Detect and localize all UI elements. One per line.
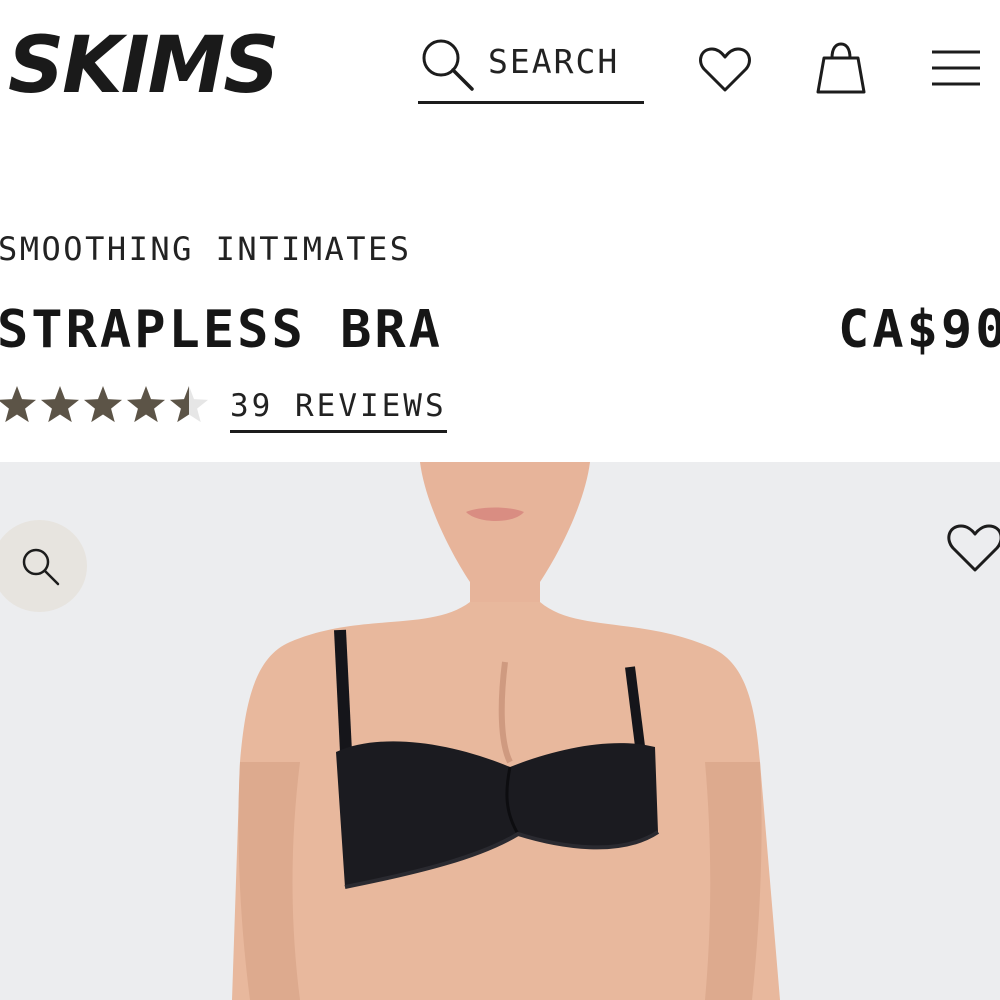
magnifier-icon (22, 548, 60, 586)
search-label: SEARCH (488, 42, 620, 81)
star-icon (126, 386, 166, 423)
heart-icon (699, 47, 751, 92)
product-category: SMOOTHING INTIMATES (0, 230, 412, 268)
menu-button[interactable] (930, 48, 982, 88)
star-icon (83, 386, 123, 423)
logo-text: SKIMS (8, 26, 277, 106)
star-icon (169, 386, 209, 423)
product-price: CA$90 (838, 300, 1000, 360)
image-wishlist-button[interactable] (946, 520, 1000, 576)
wishlist-button[interactable] (698, 44, 752, 96)
search-icon (422, 39, 474, 91)
hamburger-menu-icon (932, 50, 980, 86)
reviews-link[interactable]: 39 REVIEWS (230, 388, 447, 433)
skims-logo[interactable]: SKIMS (6, 21, 296, 111)
search-bar[interactable]: SEARCH (418, 30, 644, 106)
star-rating (0, 385, 211, 427)
heart-icon (947, 524, 1000, 572)
product-image (0, 462, 1000, 1000)
star-icon (40, 386, 80, 423)
shopping-bag-icon (816, 42, 866, 94)
product-title: STRAPLESS BRA (0, 300, 443, 360)
search-underline (418, 101, 644, 104)
star-icon (0, 386, 37, 423)
shopping-bag-button[interactable] (814, 40, 868, 96)
